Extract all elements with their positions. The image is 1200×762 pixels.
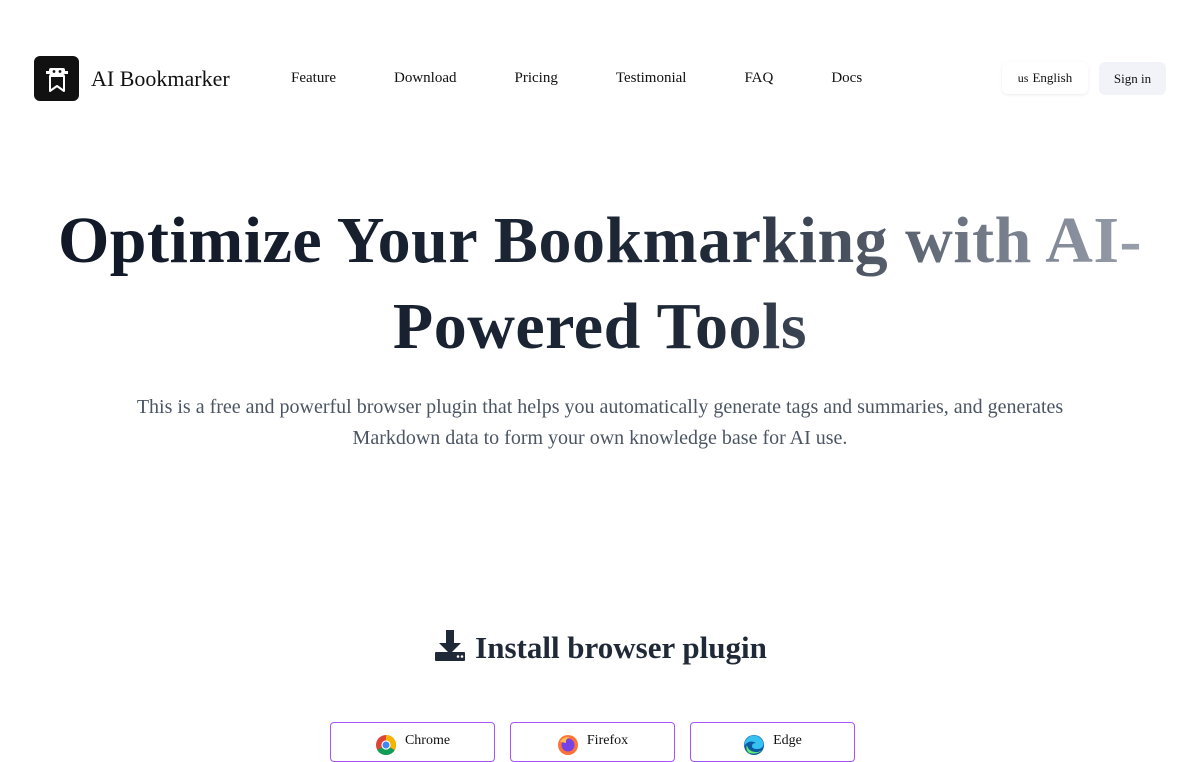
hero-subtitle: This is a free and powerful browser plug… bbox=[136, 396, 1064, 449]
nav-item-download[interactable]: Download bbox=[365, 68, 486, 88]
hero-title: Optimize Your Bookmarking with AI-Powere… bbox=[45, 198, 1155, 370]
edge-icon bbox=[744, 735, 765, 755]
us-flag-icon: us bbox=[1017, 70, 1029, 85]
nav-item-faq[interactable]: FAQ bbox=[715, 68, 802, 88]
edge-button[interactable]: Edge bbox=[690, 722, 855, 762]
install-title: Install browser plugin bbox=[475, 629, 767, 665]
firefox-label: Firefox bbox=[586, 733, 629, 748]
chrome-button[interactable]: Chrome bbox=[330, 722, 495, 762]
bookmark-robot-icon bbox=[34, 56, 79, 101]
nav-item-feature[interactable]: Feature bbox=[262, 68, 365, 88]
main-nav: Feature Download Pricing Testimonial FAQ… bbox=[262, 68, 891, 88]
download-icon bbox=[433, 628, 467, 667]
nav-item-docs[interactable]: Docs bbox=[802, 68, 891, 88]
hero-section: Optimize Your Bookmarking with AI-Powere… bbox=[0, 198, 1200, 454]
language-label: English bbox=[1032, 70, 1073, 85]
sign-in-button[interactable]: Sign in bbox=[1099, 62, 1166, 95]
edge-label: Edge bbox=[773, 733, 802, 748]
firefox-button[interactable]: Firefox bbox=[510, 722, 675, 762]
language-selector[interactable]: us English bbox=[1002, 62, 1088, 94]
install-heading: Install browser plugin bbox=[0, 628, 1200, 667]
brand-name: AI Bookmarker bbox=[91, 65, 230, 91]
brand-link[interactable]: AI Bookmarker bbox=[34, 56, 230, 101]
browser-buttons: Chrome Firefox Edge bbox=[330, 722, 855, 762]
chrome-label: Chrome bbox=[404, 733, 451, 748]
chrome-icon bbox=[375, 735, 396, 755]
site-header: AI Bookmarker Feature Download Pricing T… bbox=[0, 0, 1200, 156]
nav-item-testimonial[interactable]: Testimonial bbox=[587, 68, 716, 88]
firefox-icon bbox=[557, 735, 578, 755]
nav-item-pricing[interactable]: Pricing bbox=[485, 68, 586, 88]
